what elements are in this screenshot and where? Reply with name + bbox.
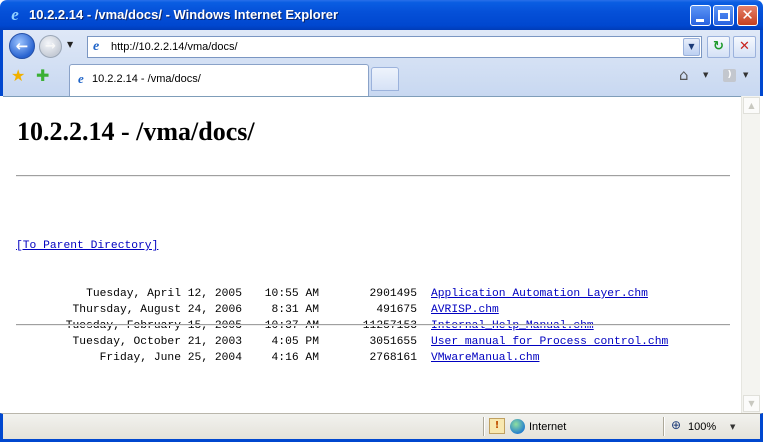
address-bar: e ▼ — [87, 36, 702, 58]
file-link[interactable]: Internal_Help_Manual.chm — [431, 318, 594, 334]
file-size: 2768161 — [369, 352, 417, 364]
address-dropdown-button[interactable]: ▼ — [683, 38, 700, 56]
home-icon[interactable]: ⌂ — [679, 66, 689, 84]
address-input[interactable] — [111, 39, 671, 55]
file-date: Tuesday, October 21, 2003 — [72, 336, 242, 348]
home-dropdown[interactable]: ▼ — [703, 71, 708, 79]
parent-directory-link[interactable]: [To Parent Directory] — [16, 240, 158, 252]
page-title: 10.2.2.14 - /vma/docs/ — [17, 117, 255, 146]
file-row: Tuesday, October 21, 2003 4:05 PM 3051655 U… — [16, 334, 669, 350]
forward-arrow-icon: → — [45, 39, 56, 54]
page-content: 10.2.2.14 - /vma/docs/ [To Parent Direct… — [3, 96, 741, 413]
zoom-icon[interactable]: ⊕ — [671, 418, 681, 432]
maximize-button[interactable] — [713, 5, 734, 26]
feeds-dropdown[interactable]: ▼ — [743, 71, 748, 79]
minimize-button[interactable] — [690, 5, 711, 26]
file-size: 3051655 — [369, 336, 417, 348]
file-time: 10:55 AM — [264, 288, 319, 300]
file-size: 2901495 — [369, 288, 417, 300]
refresh-icon: ↻ — [713, 39, 724, 54]
file-row: Tuesday, February 15, 2005 10:37 AM 112571… — [16, 318, 668, 334]
scroll-up-button[interactable]: ▲ — [743, 97, 760, 114]
security-zone-label: Internet — [529, 421, 567, 433]
file-time: 4:16 AM — [271, 352, 319, 364]
file-link[interactable]: Application Automation Layer.chm — [431, 286, 648, 302]
file-date: Tuesday, April 12, 2005 — [86, 288, 242, 300]
forward-button[interactable]: → — [39, 35, 62, 58]
file-size: 491675 — [376, 304, 417, 316]
status-bar: ! Internet ⊕ 100% ▼ — [0, 413, 763, 442]
file-time: 4:05 PM — [271, 336, 319, 348]
close-button[interactable]: ✕ — [737, 5, 758, 26]
recent-pages-dropdown[interactable]: ▼ — [67, 40, 73, 49]
file-link[interactable]: VMwareManual.chm — [431, 350, 539, 366]
scroll-down-button[interactable]: ▼ — [743, 395, 760, 412]
file-time: 10:37 AM — [264, 320, 319, 332]
stop-icon: ✕ — [739, 39, 750, 54]
security-alert-icon[interactable]: ! — [489, 418, 505, 434]
status-separator — [483, 417, 485, 436]
internet-zone-icon — [510, 419, 525, 434]
zoom-level[interactable]: 100% — [688, 421, 716, 433]
file-link[interactable]: AVRISP.chm — [431, 302, 499, 318]
status-separator — [663, 417, 665, 436]
feeds-icon[interactable]: ) — [723, 69, 736, 82]
divider — [16, 175, 730, 177]
directory-listing: [To Parent Directory] Tuesday, April 12,… — [16, 206, 668, 398]
file-row: Tuesday, April 12, 2005 10:55 AM 2901495 Ap… — [16, 286, 668, 302]
file-date: Tuesday, February 15, 2005 — [65, 320, 242, 332]
file-link[interactable]: User manual for Process control.chm — [431, 334, 668, 350]
file-date: Friday, June 25, 2004 — [99, 352, 242, 364]
file-row: Thursday, August 24, 2006 8:31 AM 491675 AV… — [16, 302, 668, 318]
new-tab-button[interactable] — [371, 67, 399, 91]
file-date: Thursday, August 24, 2006 — [72, 304, 242, 316]
back-arrow-icon: ← — [15, 37, 29, 55]
page-icon: e — [93, 39, 100, 54]
add-to-favorites-icon[interactable]: ✚ — [36, 66, 49, 85]
tab-page-icon: e — [78, 71, 84, 86]
refresh-button[interactable]: ↻ — [707, 36, 730, 58]
browser-toolbar: ← → ▼ e ▼ ↻ ✕ ★ ✚ e 10.2.2.14 - /vma/doc… — [0, 30, 763, 96]
divider — [16, 324, 730, 326]
file-size: 11257153 — [362, 320, 417, 332]
tab-current[interactable]: e 10.2.2.14 - /vma/docs/ — [69, 64, 369, 96]
title-bar: e 10.2.2.14 - /vma/docs/ - Windows Inter… — [0, 0, 763, 30]
file-time: 8:31 AM — [271, 304, 319, 316]
vertical-scrollbar[interactable]: ▲ ▼ — [741, 96, 760, 413]
favorites-center-star-icon[interactable]: ★ — [11, 66, 25, 85]
file-row: Friday, June 25, 2004 4:16 AM 2768161 VMwar… — [16, 350, 668, 366]
tab-label: 10.2.2.14 - /vma/docs/ — [92, 73, 201, 85]
ie-logo-icon: e — [11, 5, 19, 24]
back-button[interactable]: ← — [9, 33, 35, 59]
stop-button[interactable]: ✕ — [733, 36, 756, 58]
window-title: 10.2.2.14 - /vma/docs/ - Windows Interne… — [29, 7, 339, 22]
zoom-dropdown[interactable]: ▼ — [730, 423, 735, 431]
